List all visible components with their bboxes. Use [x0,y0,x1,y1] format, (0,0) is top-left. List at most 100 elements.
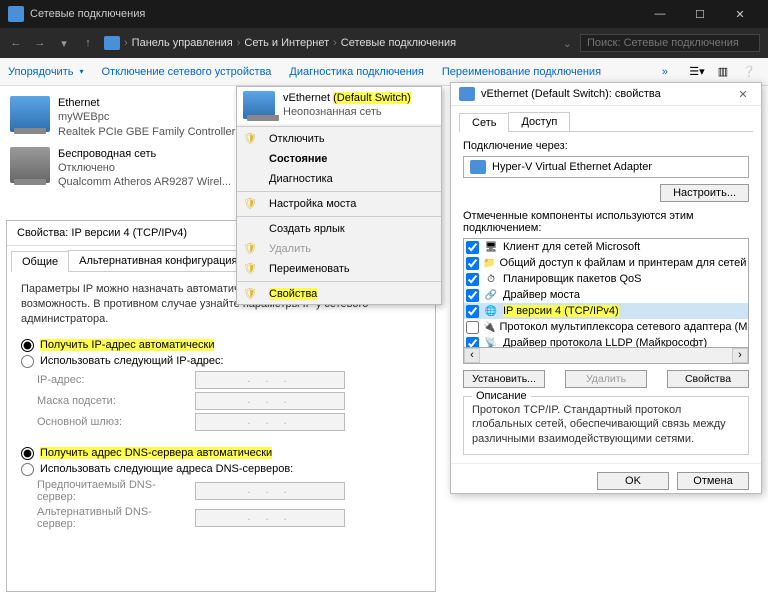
radio-auto-ip[interactable]: Получить IP-адрес автоматически [21,339,421,352]
component-label: Драйвер моста [503,289,580,301]
gateway-input[interactable]: . . . [195,413,345,431]
radio-auto-dns[interactable]: Получить адрес DNS-сервера автоматически [21,447,421,460]
context-menu: vEthernet (Default Switch) Неопознанная … [236,86,442,305]
ctx-rename[interactable]: Переименовать [237,259,441,279]
shield-icon [243,262,261,276]
component-row[interactable]: 🌐IP версии 4 (TCP/IPv4) [464,303,748,319]
tab-network[interactable]: Сеть [459,113,509,132]
ctx-delete[interactable]: Удалить [237,239,441,259]
configure-button[interactable]: Настроить... [660,184,749,202]
ctx-bridge[interactable]: Настройка моста [237,194,441,214]
ok-button[interactable]: OK [597,472,669,490]
component-checkbox[interactable] [466,273,479,286]
history-chevron[interactable]: ⌄ [563,37,572,50]
components-list[interactable]: 🖥Клиент для сетей Microsoft📁 Общий доступ… [463,238,749,348]
toolbar-more-chevron[interactable]: » [662,66,668,78]
radio-manual-dns-input[interactable] [21,463,34,476]
label-gateway: Основной шлюз: [37,416,187,428]
adapter-box: Hyper-V Virtual Ethernet Adapter [463,156,749,178]
rename-button[interactable]: Переименование подключения [442,66,601,78]
radio-manual-ip-input[interactable] [21,355,34,368]
subnet-mask-input[interactable]: . . . [195,392,345,410]
component-row[interactable]: 📡Драйвер протокола LLDP (Майкрософт) [464,335,748,348]
component-icon: 📁 [483,256,495,270]
component-checkbox[interactable] [466,337,479,349]
component-row[interactable]: 📁 Общий доступ к файлам и принтерам для с… [464,255,748,271]
component-label: Протокол мультиплексора сетевого адаптер… [499,321,749,333]
ip-address-input[interactable]: . . . [195,371,345,389]
diagnose-button[interactable]: Диагностика подключения [289,66,423,78]
radio-auto-ip-input[interactable] [21,339,34,352]
component-checkbox[interactable] [466,321,479,334]
preview-pane-icon[interactable]: ▥ [712,62,734,82]
close-button[interactable]: ✕ [720,8,760,21]
install-button[interactable]: Установить... [463,370,545,388]
connection-network: Неопознанная сеть [283,105,411,119]
shield-icon [243,242,261,256]
component-row[interactable]: 🔗Драйвер моста [464,287,748,303]
component-row[interactable]: 🖥Клиент для сетей Microsoft [464,239,748,255]
disable-device-button[interactable]: Отключение сетевого устройства [101,66,271,78]
connection-name: Ethernet [58,96,235,110]
component-icon: 🖥 [483,240,499,254]
component-row[interactable]: ⏱ Планировщик пакетов QoS [464,271,748,287]
shield-icon [243,132,261,146]
description-legend: Описание [472,390,531,402]
remove-button[interactable]: Удалить [565,370,647,388]
tab-general[interactable]: Общие [11,251,69,272]
vethernet-properties-dialog: vEthernet (Default Switch): свойства ✕ С… [450,82,762,494]
connection-device: Qualcomm Atheros AR9287 Wirel... [58,175,231,189]
dialog-close-button[interactable]: ✕ [733,88,753,101]
network-adapter-icon [10,147,50,183]
minimize-button[interactable]: — [640,8,680,20]
tab-access[interactable]: Доступ [508,112,570,131]
radio-manual-dns[interactable]: Использовать следующие адреса DNS-сервер… [21,463,421,476]
tab-alt-config[interactable]: Альтернативная конфигурация [68,250,248,271]
connection-network: myWEBpc [58,110,235,124]
scroll-left-icon[interactable]: ‹ [464,348,480,363]
component-checkbox[interactable] [466,257,479,270]
scroll-right-icon[interactable]: › [732,348,748,363]
highlight: (Default Switch) [333,92,411,104]
help-icon[interactable]: ❔ [738,62,760,82]
ctx-diagnose[interactable]: Диагностика [237,169,441,189]
component-row[interactable]: 🔌Протокол мультиплексора сетевого адапте… [464,319,748,335]
component-icon: ⏱ [483,272,499,286]
up-button[interactable]: ↑ [80,35,96,51]
dns1-input[interactable]: . . . [195,482,345,500]
cancel-button[interactable]: Отмена [677,472,749,490]
properties-button[interactable]: Свойства [667,370,749,388]
radio-manual-ip[interactable]: Использовать следующий IP-адрес: [21,355,421,368]
dns2-input[interactable]: . . . [195,509,345,527]
search-input[interactable] [580,34,760,52]
crumb-connections[interactable]: Сетевые подключения [341,37,456,49]
history-dropdown[interactable]: ▾ [56,35,72,51]
radio-auto-dns-input[interactable] [21,447,34,460]
connection-name: Беспроводная сеть [58,147,231,161]
ctx-disable[interactable]: Отключить [237,129,441,149]
component-checkbox[interactable] [466,289,479,302]
horizontal-scrollbar[interactable]: ‹ › [463,348,749,364]
component-icon: 📡 [483,336,499,348]
component-checkbox[interactable] [466,241,479,254]
component-label: Планировщик пакетов QoS [503,273,642,285]
crumb-control-panel[interactable]: Панель управления [132,37,233,49]
components-label: Отмеченные компоненты используются этим … [463,210,749,234]
ctx-shortcut[interactable]: Создать ярлык [237,219,441,239]
organize-menu[interactable]: Упорядочить [8,66,83,78]
connect-via-label: Подключение через: [463,140,749,152]
shield-icon [243,197,261,211]
forward-button[interactable]: → [32,35,48,51]
adapter-icon [470,160,486,174]
crumb-network[interactable]: Сеть и Интернет [244,37,329,49]
ctx-status[interactable]: Состояние [237,149,441,169]
connection-device: Realtek PCIe GBE Family Controller [58,125,235,139]
connection-item-vethernet[interactable]: vEthernet (Default Switch) Неопознанная … [237,87,441,124]
component-checkbox[interactable] [466,305,479,318]
breadcrumb: › Панель управления › Сеть и Интернет › … [104,36,555,50]
back-button[interactable]: ← [8,35,24,51]
maximize-button[interactable]: ☐ [680,8,720,21]
view-options-icon[interactable]: ☰▾ [686,62,708,82]
ctx-properties[interactable]: Свойства [237,284,441,304]
component-label: Общий доступ к файлам и принтерам для се… [499,257,749,269]
